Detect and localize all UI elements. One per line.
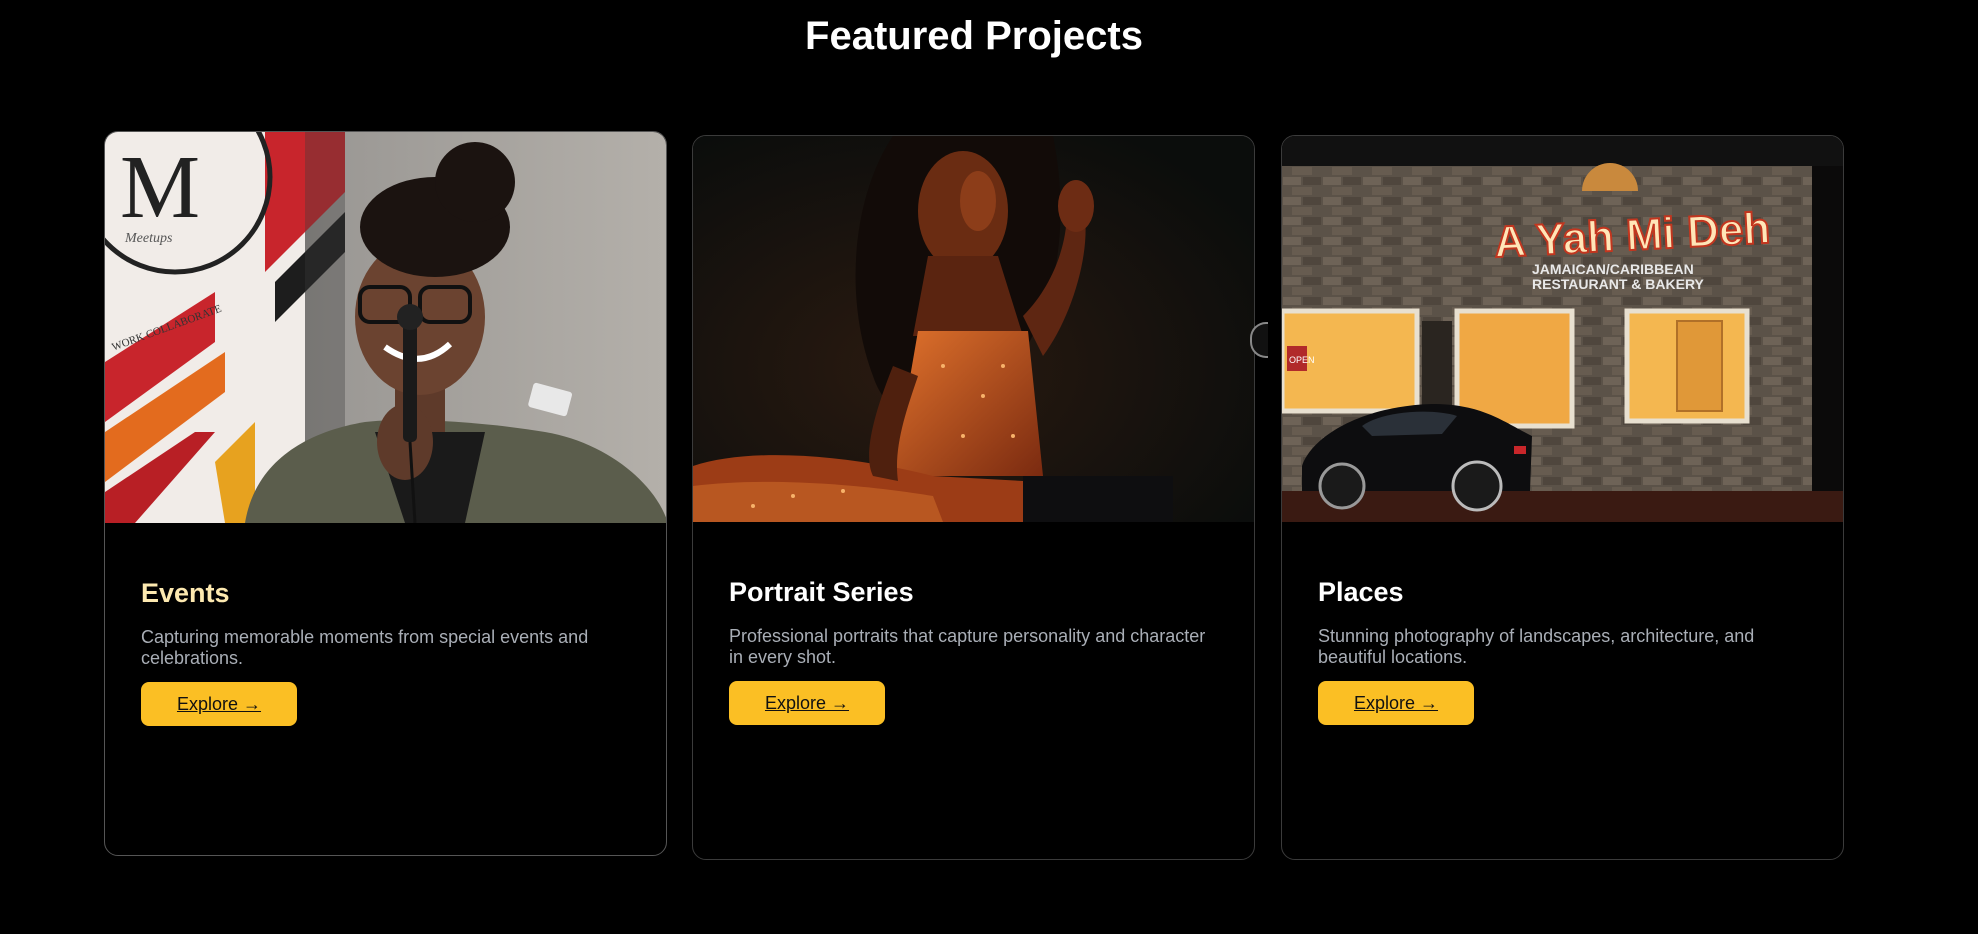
events-logo-script: Meetups: [124, 231, 173, 246]
explore-button-events[interactable]: Explore →: [141, 682, 297, 726]
section-title: Featured Projects: [805, 14, 1143, 58]
project-card-events[interactable]: M Meetups WORK COLLABORATE Events Captur…: [104, 131, 667, 856]
card-description: Professional portraits that capture pers…: [729, 626, 1206, 667]
places-sign-sub2: RESTAURANT & BAKERY: [1532, 276, 1705, 292]
project-card-portrait-series[interactable]: Portrait Series Professional portraits t…: [692, 135, 1255, 860]
events-photo: M Meetups WORK COLLABORATE: [105, 132, 666, 523]
places-photo: A Yah Mi Deh JAMAICAN/CARIBBEAN RESTAURA…: [1282, 136, 1843, 522]
card-title: Events: [141, 578, 230, 608]
project-card-places[interactable]: A Yah Mi Deh JAMAICAN/CARIBBEAN RESTAURA…: [1281, 135, 1844, 860]
card-description: Capturing memorable moments from special…: [141, 627, 589, 668]
card-body: Places Stunning photography of landscape…: [1282, 522, 1843, 725]
card-description: Stunning photography of landscapes, arch…: [1318, 626, 1755, 667]
portrait-photo: [693, 136, 1254, 522]
places-open-sign: OPEN: [1289, 355, 1315, 365]
explore-button-portrait-series[interactable]: Explore →: [729, 681, 885, 725]
card-title: Portrait Series: [729, 577, 914, 607]
places-sign-sub1: JAMAICAN/CARIBBEAN: [1532, 261, 1694, 277]
card-body: Portrait Series Professional portraits t…: [693, 522, 1254, 725]
card-title: Places: [1318, 577, 1404, 607]
explore-button-places[interactable]: Explore →: [1318, 681, 1474, 725]
events-logo-letter: M: [120, 138, 200, 237]
featured-projects-section: Featured Projects M Meetups WORK COLLABO…: [0, 0, 1978, 934]
card-body: Events Capturing memorable moments from …: [105, 523, 666, 726]
